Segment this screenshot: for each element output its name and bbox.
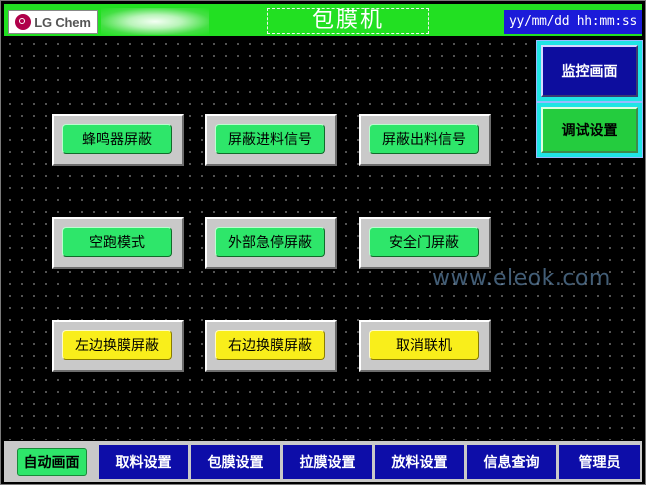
tab-wrap-settings[interactable]: 包膜设置 [190,444,281,480]
lg-chem-logo: LG Chem [8,10,98,34]
right-film-change-mask-button[interactable]: 右边换膜屏蔽 [205,320,337,372]
mask-discharge-signal-label: 屏蔽出料信号 [369,124,479,154]
monitor-screen-label: 监控画面 [561,64,618,80]
left-film-change-mask-label: 左边换膜屏蔽 [62,330,172,360]
buzzer-mask-button[interactable]: 蜂鸣器屏蔽 [52,114,184,166]
dry-run-mode-button[interactable]: 空跑模式 [52,217,184,269]
debug-settings-label: 调试设置 [561,123,618,139]
tab-pick-settings-label: 取料设置 [115,455,172,471]
mask-discharge-signal-button[interactable]: 屏蔽出料信号 [359,114,491,166]
safety-door-mask-label: 安全门屏蔽 [369,227,479,257]
side-nav-debug-frame: 调试设置 [536,102,643,158]
tab-admin[interactable]: 管理员 [558,444,641,480]
tab-wrap-settings-label: 包膜设置 [207,455,264,471]
monitor-screen-button[interactable]: 监控画面 [541,45,638,97]
page-title: 包膜机 [267,8,429,34]
main-panel: www.eleok.com 监控画面 调试设置 蜂鸣器屏蔽 屏蔽进料信号 屏蔽出… [4,38,643,440]
dry-run-mode-label: 空跑模式 [62,227,172,257]
watermark: www.eleok.com [432,266,611,291]
tab-auto-screen-label: 自动画面 [16,448,87,476]
tab-auto-screen[interactable]: 自动画面 [6,444,97,480]
safety-door-mask-button[interactable]: 安全门屏蔽 [359,217,491,269]
tab-info-query-label: 信息查询 [483,455,540,471]
cancel-online-button[interactable]: 取消联机 [359,320,491,372]
buzzer-mask-label: 蜂鸣器屏蔽 [62,124,172,154]
external-estop-mask-label: 外部急停屏蔽 [215,227,325,257]
left-film-change-mask-button[interactable]: 左边换膜屏蔽 [52,320,184,372]
tab-admin-label: 管理员 [578,455,621,471]
tab-place-settings[interactable]: 放料设置 [374,444,465,480]
cancel-online-label: 取消联机 [369,330,479,360]
side-nav-monitor-frame: 监控画面 [536,40,643,102]
right-film-change-mask-label: 右边换膜屏蔽 [215,330,325,360]
datetime-display: yy/mm/dd hh:mm:ss [504,10,642,34]
mask-feed-signal-button[interactable]: 屏蔽进料信号 [205,114,337,166]
debug-settings-button[interactable]: 调试设置 [541,107,638,153]
tab-pick-settings[interactable]: 取料设置 [98,444,189,480]
brand-text: LG Chem [34,14,91,30]
lg-logo-icon [15,14,32,30]
hmi-frame: LG Chem 包膜机 yy/mm/dd hh:mm:ss www.eleok.… [0,0,646,485]
tab-pull-film-settings-label: 拉膜设置 [299,455,356,471]
bottom-tab-bar: 自动画面 取料设置 包膜设置 拉膜设置 放料设置 信息查询 管理员 [4,441,642,482]
mask-feed-signal-label: 屏蔽进料信号 [215,124,325,154]
tab-pull-film-settings[interactable]: 拉膜设置 [282,444,373,480]
tab-info-query[interactable]: 信息查询 [466,444,557,480]
header-glow-decoration [101,8,209,35]
external-estop-mask-button[interactable]: 外部急停屏蔽 [205,217,337,269]
tab-place-settings-label: 放料设置 [391,455,448,471]
header-bar: LG Chem 包膜机 yy/mm/dd hh:mm:ss [4,4,642,36]
